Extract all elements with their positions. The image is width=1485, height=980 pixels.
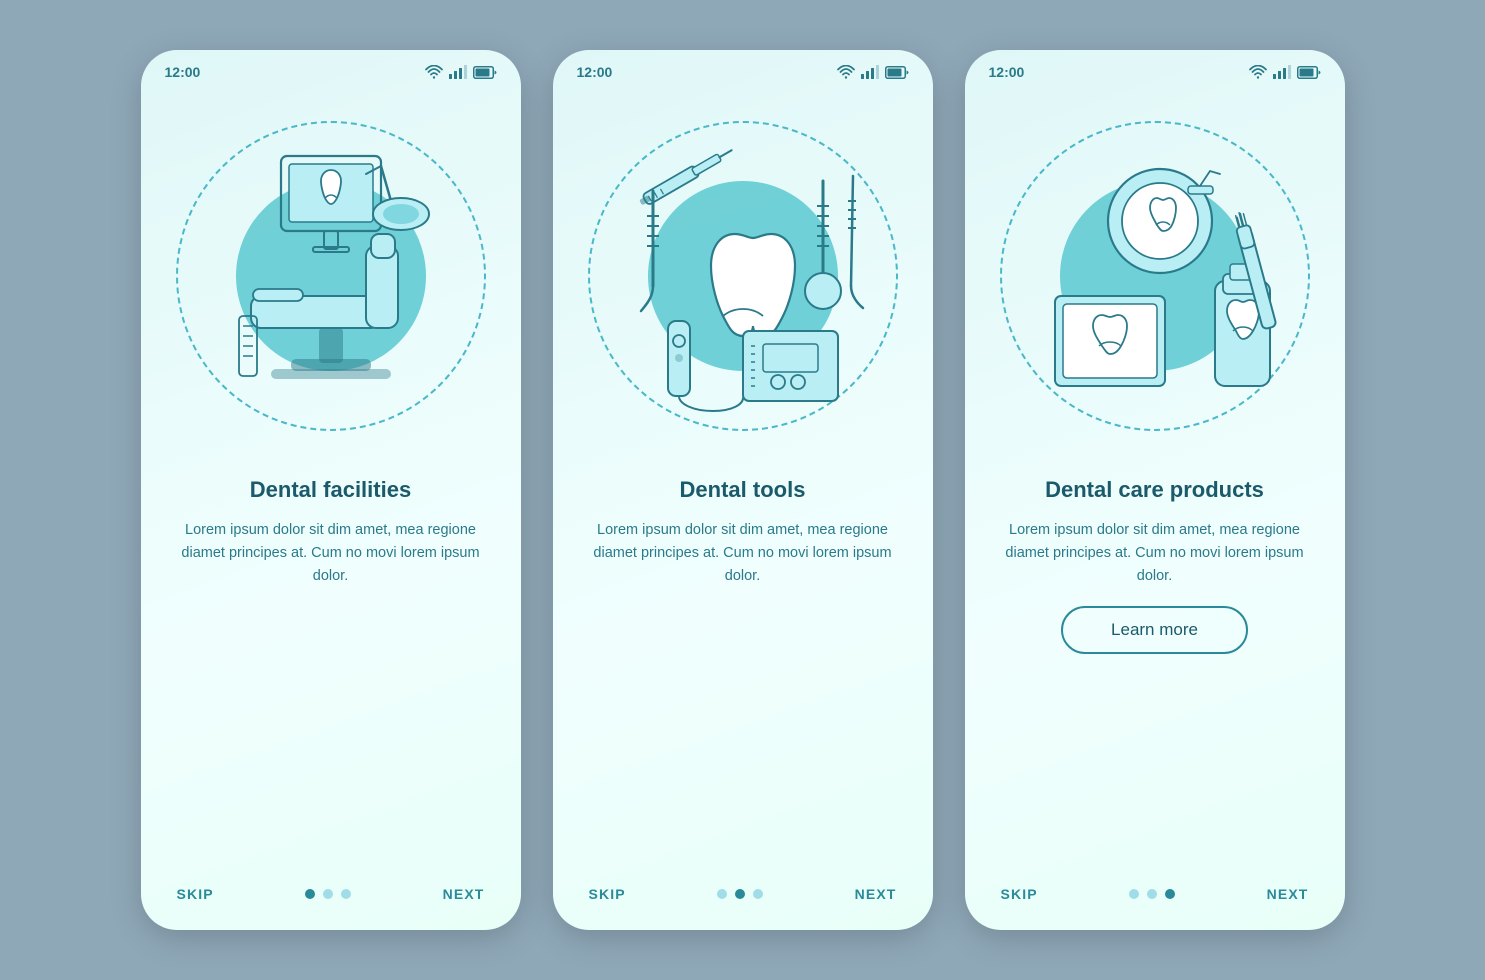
- dot-2-2: [735, 889, 745, 899]
- content-area-3: Dental care products Lorem ipsum dolor s…: [965, 466, 1345, 886]
- screen-body-1: Lorem ipsum dolor sit dim amet, mea regi…: [177, 519, 485, 589]
- dental-products-illustration: [1005, 126, 1305, 426]
- dots-1: [305, 889, 351, 899]
- phone-2: 12:00: [553, 50, 933, 930]
- bottom-nav-3: SKIP NEXT: [965, 886, 1345, 930]
- dot-3-1: [1129, 889, 1139, 899]
- illustration-area-2: [553, 86, 933, 466]
- bottom-nav-2: SKIP NEXT: [553, 886, 933, 930]
- dot-2-3: [753, 889, 763, 899]
- illustration-area-1: [141, 86, 521, 466]
- status-time-3: 12:00: [989, 64, 1025, 80]
- screen-title-1: Dental facilities: [250, 476, 411, 505]
- signal-icon-3: [1273, 65, 1291, 79]
- dot-3-2: [1147, 889, 1157, 899]
- wifi-icon-2: [837, 65, 855, 79]
- status-icons-2: [837, 65, 909, 79]
- next-button-1[interactable]: NEXT: [443, 886, 485, 902]
- wifi-icon-1: [425, 65, 443, 79]
- skip-button-2[interactable]: SKIP: [589, 886, 626, 902]
- status-bar-3: 12:00: [965, 50, 1345, 86]
- dot-1-3: [341, 889, 351, 899]
- signal-icon-2: [861, 65, 879, 79]
- battery-icon-2: [885, 66, 909, 79]
- phone-1: 12:00: [141, 50, 521, 930]
- battery-icon-3: [1297, 66, 1321, 79]
- battery-icon-1: [473, 66, 497, 79]
- phone-3: 12:00: [965, 50, 1345, 930]
- dot-3-3: [1165, 889, 1175, 899]
- dot-2-1: [717, 889, 727, 899]
- screen-title-3: Dental care products: [1045, 476, 1264, 505]
- phones-container: 12:00: [141, 50, 1345, 930]
- learn-more-button[interactable]: Learn more: [1061, 606, 1248, 654]
- status-bar-2: 12:00: [553, 50, 933, 86]
- content-area-2: Dental tools Lorem ipsum dolor sit dim a…: [553, 466, 933, 886]
- wifi-icon-3: [1249, 65, 1267, 79]
- dots-2: [717, 889, 763, 899]
- dot-1-2: [323, 889, 333, 899]
- illustration-area-3: [965, 86, 1345, 466]
- dental-chair-illustration: [181, 126, 481, 426]
- status-time-1: 12:00: [165, 64, 201, 80]
- dot-1-1: [305, 889, 315, 899]
- next-button-2[interactable]: NEXT: [855, 886, 897, 902]
- content-area-1: Dental facilities Lorem ipsum dolor sit …: [141, 466, 521, 886]
- screen-body-2: Lorem ipsum dolor sit dim amet, mea regi…: [589, 519, 897, 589]
- skip-button-1[interactable]: SKIP: [177, 886, 214, 902]
- status-bar-1: 12:00: [141, 50, 521, 86]
- status-icons-3: [1249, 65, 1321, 79]
- status-icons-1: [425, 65, 497, 79]
- dots-3: [1129, 889, 1175, 899]
- skip-button-3[interactable]: SKIP: [1001, 886, 1038, 902]
- screen-title-2: Dental tools: [680, 476, 806, 505]
- screen-body-3: Lorem ipsum dolor sit dim amet, mea regi…: [1001, 519, 1309, 589]
- dental-tools-illustration: [593, 126, 893, 426]
- status-time-2: 12:00: [577, 64, 613, 80]
- next-button-3[interactable]: NEXT: [1267, 886, 1309, 902]
- signal-icon-1: [449, 65, 467, 79]
- bottom-nav-1: SKIP NEXT: [141, 886, 521, 930]
